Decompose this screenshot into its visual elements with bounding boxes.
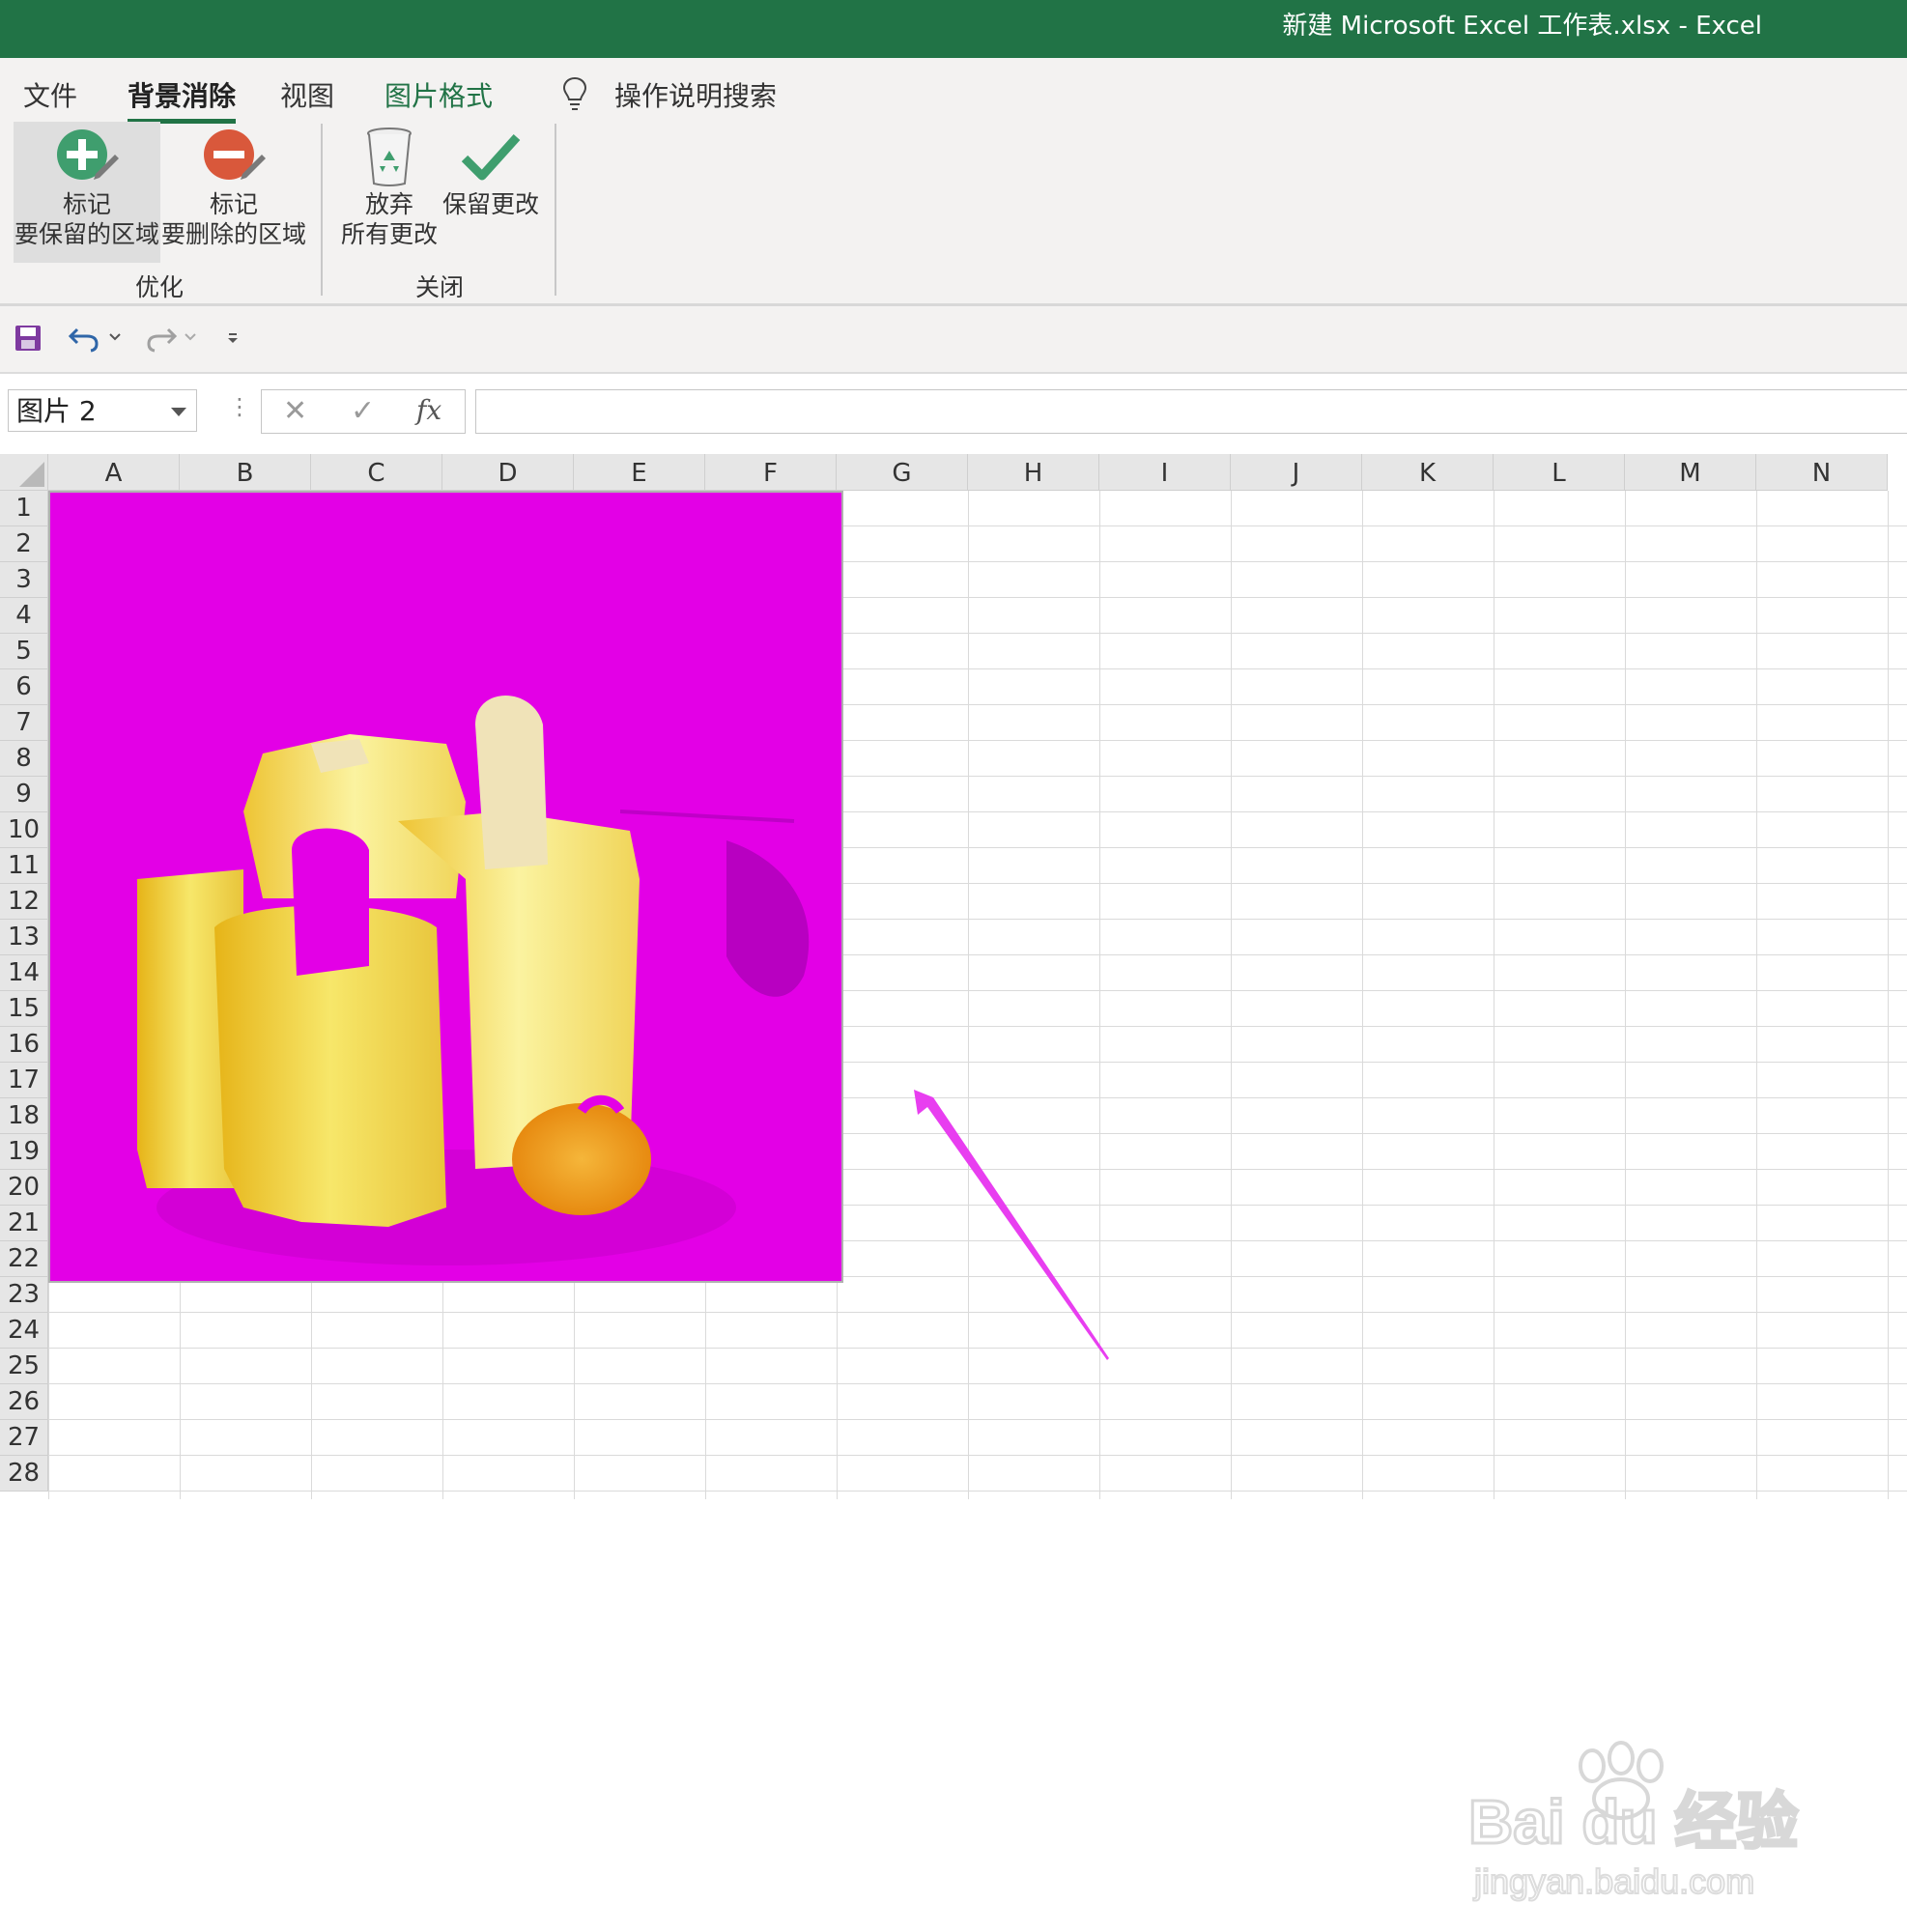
mark-areas-to-remove-button[interactable]: 标记 要删除的区域 [160, 122, 307, 263]
checkmark-icon [461, 133, 521, 181]
title-bar: 新建 Microsoft Excel 工作表.xlsx - Excel [0, 0, 1907, 58]
group-separator [555, 124, 556, 296]
recycle-bin-icon [367, 128, 412, 186]
chevron-down-icon[interactable] [171, 408, 186, 416]
tab-picture-format[interactable]: 图片格式 [384, 75, 493, 114]
insert-function-icon[interactable]: fx [416, 394, 441, 426]
discard-all-changes-button[interactable]: 放弃 所有更改 [336, 122, 442, 263]
formula-buttons: ✕ ✓ fx [261, 389, 466, 434]
redo-dropdown-icon[interactable] [184, 331, 197, 343]
group-label-close: 关闭 [415, 273, 465, 301]
save-icon[interactable] [14, 324, 43, 353]
discard-line1: 放弃 [364, 190, 413, 218]
name-box-value: 图片 2 [16, 395, 97, 427]
formula-bar: 图片 2 ⋮ ✕ ✓ fx [0, 374, 1907, 454]
ribbon-tabs: 文件 背景消除 视图 图片格式 操作说明搜索 [0, 66, 1907, 124]
mark-remove-line1: 标记 [209, 190, 258, 218]
mark-remove-line2: 要删除的区域 [160, 220, 306, 248]
watermark-brand: Bai du 经验 [1468, 1787, 1798, 1857]
minus-pencil-icon [204, 129, 266, 180]
undo-dropdown-icon[interactable] [108, 331, 122, 343]
name-box[interactable]: 图片 2 [8, 389, 197, 432]
tab-background-removal[interactable]: 背景消除 [128, 75, 237, 124]
keep-changes-button[interactable]: 保留更改 [442, 122, 539, 263]
tell-me-search[interactable]: 操作说明搜索 [614, 75, 777, 114]
customize-toolbar-icon[interactable] [226, 331, 240, 345]
redo-icon[interactable] [143, 324, 178, 353]
mark-keep-line2: 要保留的区域 [14, 220, 159, 248]
quick-access-toolbar [0, 306, 1907, 374]
discard-line2: 所有更改 [340, 220, 438, 248]
mark-areas-to-keep-button[interactable]: 标记 要保留的区域 [14, 122, 160, 263]
group-separator [321, 124, 323, 296]
cancel-icon[interactable]: ✕ [283, 394, 307, 428]
tab-file[interactable]: 文件 [23, 75, 77, 114]
lightbulb-icon[interactable] [560, 75, 589, 114]
keep-changes-label: 保留更改 [442, 190, 540, 218]
more-options-icon[interactable]: ⋮ [228, 393, 251, 420]
ribbon: 文件 背景消除 视图 图片格式 操作说明搜索 标记 要保留的区域 标记 要删除的… [0, 58, 1907, 306]
worksheet-grid: ABCDEFGHIJKLMN 1 2 3 4 5 6 7 8 9 10 11 12 13 14 15 16 17… [0, 454, 1907, 1902]
mark-keep-line1: 标记 [62, 190, 111, 218]
tab-view[interactable]: 视图 [280, 75, 334, 114]
watermark-url: jingyan.baidu.com [1473, 1861, 1754, 1901]
baidu-watermark: Bai du 经验 jingyan.baidu.com [1467, 1741, 1800, 1902]
formula-input[interactable] [475, 389, 1907, 434]
annotation-arrow [914, 1090, 1109, 1360]
enter-icon[interactable]: ✓ [351, 394, 375, 428]
plus-pencil-icon [57, 129, 119, 180]
window-title: 新建 Microsoft Excel 工作表.xlsx - Excel [1282, 12, 1762, 41]
group-label-refine: 优化 [135, 273, 185, 301]
undo-icon[interactable] [68, 324, 102, 353]
